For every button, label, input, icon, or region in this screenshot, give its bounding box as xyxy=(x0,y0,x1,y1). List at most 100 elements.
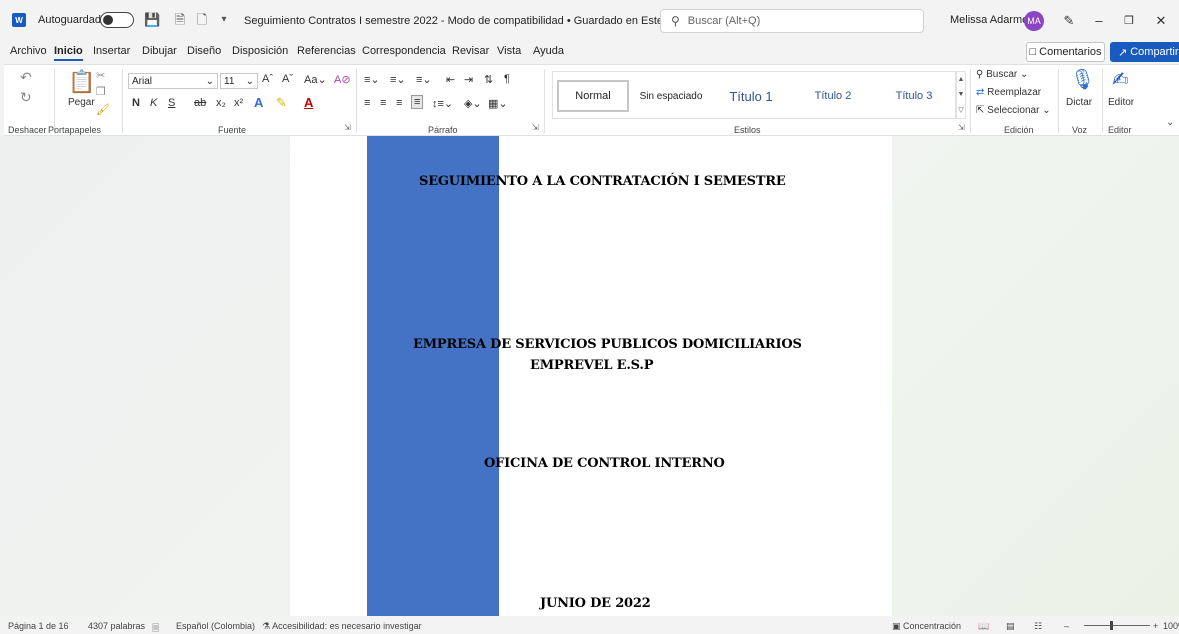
web-layout-icon[interactable]: ☷ xyxy=(1034,621,1042,632)
new-document-icon[interactable]: 🗋 xyxy=(194,12,210,28)
shrink-font-icon[interactable]: Aˇ xyxy=(282,73,293,85)
multilevel-list-icon[interactable]: ≡⌄ xyxy=(416,73,432,86)
print-layout-icon[interactable]: ▤ xyxy=(1006,621,1015,632)
increase-indent-icon[interactable]: ⇥ xyxy=(464,73,473,86)
style-heading-1[interactable]: Título 1 xyxy=(711,80,791,112)
zoom-in-button[interactable]: + xyxy=(1153,621,1158,631)
zoom-slider[interactable] xyxy=(1084,625,1150,626)
focus-button[interactable]: ▣ Concentración xyxy=(892,621,961,632)
editor-icon[interactable]: ✍ xyxy=(1112,67,1129,92)
replace-button[interactable]: ⇄ Reemplazar xyxy=(976,87,1041,98)
line-spacing-icon[interactable]: ↕≡⌄ xyxy=(432,97,453,110)
find-button[interactable]: ⚲ Buscar ⌄ xyxy=(976,69,1028,80)
bold-button[interactable]: N xyxy=(132,97,140,109)
italic-button[interactable]: K xyxy=(150,97,157,109)
grow-font-icon[interactable]: Aˆ xyxy=(262,73,273,85)
style-normal[interactable]: Normal xyxy=(557,80,629,112)
doc-heading-date[interactable]: JUNIO DE 2022 xyxy=(540,596,651,611)
sort-icon[interactable]: ⇅ xyxy=(484,73,493,86)
save-icon[interactable]: 💾 xyxy=(144,12,160,28)
styles-scroll[interactable]: ▲ ▼ ▽ xyxy=(956,71,966,119)
collapse-ribbon-icon[interactable]: ⌄ xyxy=(1166,117,1174,128)
align-center-icon[interactable]: ≡ xyxy=(380,97,386,109)
document-canvas[interactable]: SEGUIMIENTO A LA CONTRATACIÓN I SEMESTRE… xyxy=(0,136,1179,616)
paste-icon[interactable]: 📋 xyxy=(68,69,95,95)
search-input[interactable]: ⚲ Buscar (Alt+Q) xyxy=(660,9,924,33)
tab-archivo[interactable]: Archivo xyxy=(10,45,47,57)
proofing-icon[interactable]: 🗏 xyxy=(152,621,159,634)
style-heading-2[interactable]: Título 2 xyxy=(795,80,871,112)
select-button[interactable]: ⇱ Seleccionar ⌄ xyxy=(976,105,1051,116)
text-effects-icon[interactable]: A xyxy=(254,95,263,110)
zoom-level[interactable]: 100% xyxy=(1163,621,1179,631)
tab-insertar[interactable]: Insertar xyxy=(93,45,130,57)
font-name-select[interactable]: Arial ⌄ xyxy=(128,73,218,89)
redo-icon[interactable]: ↻ xyxy=(20,89,32,106)
chevron-down-icon[interactable]: ▼ xyxy=(958,91,965,98)
subscript-icon[interactable]: x₂ xyxy=(216,97,226,109)
undo-icon[interactable]: ↶ xyxy=(20,69,32,86)
cut-icon[interactable]: ✂ xyxy=(96,69,105,82)
tab-correspondencia[interactable]: Correspondencia xyxy=(362,45,446,57)
customize-toolbar-icon[interactable]: ▾ xyxy=(216,12,232,28)
align-right-icon[interactable]: ≡ xyxy=(396,97,402,109)
style-heading-3[interactable]: Título 3 xyxy=(875,80,953,112)
underline-button[interactable]: S xyxy=(168,97,175,109)
bullets-icon[interactable]: ≡⌄ xyxy=(364,73,380,86)
doc-heading-title[interactable]: SEGUIMIENTO A LA CONTRATACIÓN I SEMESTRE xyxy=(419,174,786,189)
paste-button[interactable]: Pegar xyxy=(68,97,95,108)
pen-icon[interactable]: ✎ xyxy=(1060,12,1078,30)
doc-heading-company-abbr[interactable]: EMPREVEL E.S.P xyxy=(530,358,654,373)
tab-revisar[interactable]: Revisar xyxy=(452,45,489,57)
copy-icon[interactable]: ❐ xyxy=(96,85,106,98)
tab-ayuda[interactable]: Ayuda xyxy=(533,45,564,57)
borders-icon[interactable]: ▦⌄ xyxy=(488,97,508,110)
font-size-select[interactable]: 11 ⌄ xyxy=(220,73,258,89)
language-status[interactable]: Español (Colombia) xyxy=(176,621,255,631)
dictate-button[interactable]: Dictar xyxy=(1066,97,1092,108)
style-no-spacing[interactable]: Sin espaciado xyxy=(633,80,709,112)
read-mode-icon[interactable]: 📖 xyxy=(978,621,989,632)
microphone-icon[interactable]: 🎙 xyxy=(1070,67,1095,92)
doc-heading-company[interactable]: EMPRESA DE SERVICIOS PUBLICOS DOMICILIAR… xyxy=(413,337,802,352)
restore-button[interactable]: ❐ xyxy=(1120,12,1138,30)
comments-button[interactable]: □ Comentarios xyxy=(1026,42,1105,62)
decrease-indent-icon[interactable]: ⇤ xyxy=(446,73,455,86)
document-title[interactable]: Seguimiento Contratos I semestre 2022 - … xyxy=(244,14,694,27)
chevron-up-icon[interactable]: ▲ xyxy=(958,76,965,83)
zoom-slider-thumb[interactable] xyxy=(1110,621,1113,630)
format-painter-icon[interactable]: 🖌 xyxy=(96,103,110,116)
shading-icon[interactable]: ◈⌄ xyxy=(464,97,482,110)
avatar[interactable]: MA xyxy=(1024,11,1044,31)
page-count[interactable]: Página 1 de 16 xyxy=(8,621,69,631)
minimize-button[interactable]: – xyxy=(1090,12,1108,30)
tab-diseno[interactable]: Diseño xyxy=(187,45,221,57)
tab-referencias[interactable]: Referencias xyxy=(297,45,356,57)
doc-heading-office[interactable]: OFICINA DE CONTROL INTERNO xyxy=(484,456,725,471)
highlight-icon[interactable]: ✎ xyxy=(276,95,287,111)
tab-disposicion[interactable]: Disposición xyxy=(232,45,288,57)
clear-formatting-icon[interactable]: A⊘ xyxy=(334,73,351,86)
zoom-out-button[interactable]: – xyxy=(1064,621,1069,631)
share-button[interactable]: ↗ Compartir xyxy=(1110,42,1179,62)
accessibility-status[interactable]: ⚗ Accesibilidad: es necesario investigar xyxy=(262,621,422,632)
font-color-icon[interactable]: A xyxy=(304,95,313,110)
tab-inicio[interactable]: Inicio xyxy=(54,45,83,61)
show-formatting-icon[interactable]: ¶ xyxy=(504,73,510,85)
editor-button[interactable]: Editor xyxy=(1108,97,1134,108)
superscript-icon[interactable]: x² xyxy=(234,97,243,109)
user-name[interactable]: Melissa Adarme xyxy=(950,14,1028,26)
autosave-toggle[interactable] xyxy=(100,12,134,28)
more-styles-icon[interactable]: ▽ xyxy=(958,106,963,114)
dialog-launcher-icon[interactable]: ⇲ xyxy=(958,123,965,132)
justify-icon[interactable]: ≡ xyxy=(411,95,424,109)
dialog-launcher-icon[interactable]: ⇲ xyxy=(532,123,539,132)
tab-dibujar[interactable]: Dibujar xyxy=(142,45,177,57)
print-preview-icon[interactable]: 🗎 xyxy=(172,12,188,28)
close-button[interactable]: ✕ xyxy=(1152,12,1170,30)
dialog-launcher-icon[interactable]: ⇲ xyxy=(344,123,351,132)
change-case-icon[interactable]: Aa⌄ xyxy=(304,73,327,86)
word-count[interactable]: 4307 palabras xyxy=(88,621,145,631)
numbering-icon[interactable]: ≡⌄ xyxy=(390,73,406,86)
align-left-icon[interactable]: ≡ xyxy=(364,97,370,109)
